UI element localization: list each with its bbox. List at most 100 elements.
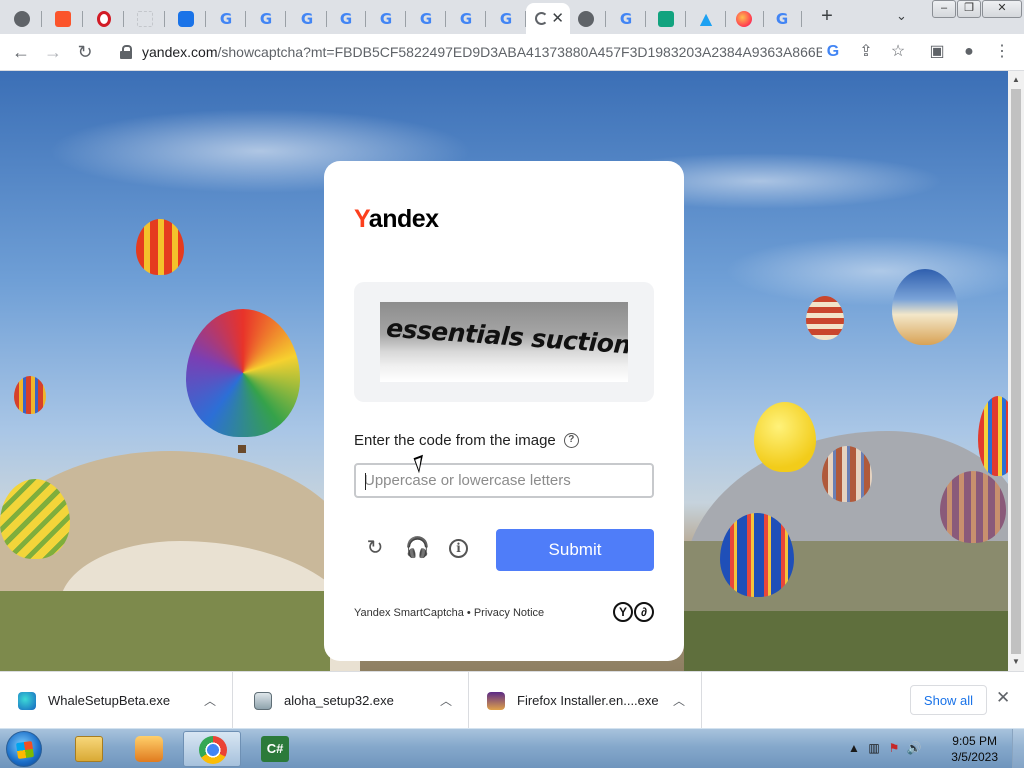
- captcha-input[interactable]: [356, 465, 652, 496]
- tab-strip: G G G G G G G G ✕ G ▲ G + ⌄ – ❐ ✕: [0, 0, 1024, 34]
- close-download-bar-icon[interactable]: ✕: [996, 688, 1010, 708]
- system-clock[interactable]: 9:05 PM 3/5/2023: [951, 733, 998, 765]
- minimize-button[interactable]: –: [932, 0, 956, 18]
- windows-taskbar: C# ▲ ▥ ⚑ 🔊 9:05 PM 3/5/2023: [0, 728, 1024, 768]
- captcha-image: essentials suction: [380, 302, 628, 382]
- tab-6[interactable]: G: [206, 3, 246, 34]
- volume-icon[interactable]: 🔊: [906, 741, 922, 757]
- csharp-icon: C#: [261, 736, 289, 762]
- tab-search-chevron-icon[interactable]: ⌄: [896, 8, 907, 24]
- hot-air-balloon: [892, 269, 958, 345]
- action-center-flag-icon[interactable]: ⚑: [886, 741, 902, 757]
- hot-air-balloon: [0, 479, 70, 559]
- submit-button[interactable]: Submit: [496, 529, 654, 571]
- text-caret: [365, 473, 366, 490]
- tab-18[interactable]: ▲: [686, 3, 726, 34]
- help-question-icon[interactable]: ?: [563, 433, 579, 448]
- firefox-installer-icon: [487, 691, 505, 710]
- download-item[interactable]: aloha_setup32.exe ︿: [236, 672, 469, 729]
- page-background: Yandex essentials suction Enter the code…: [0, 71, 1008, 671]
- feather-app-icon: [658, 10, 674, 27]
- tab-15[interactable]: [566, 3, 606, 34]
- google-lens-icon[interactable]: G: [823, 42, 843, 62]
- globe-icon: [14, 10, 30, 27]
- download-bar: WhaleSetupBeta.exe ︿ aloha_setup32.exe ︿…: [0, 671, 1024, 729]
- page-scrollbar[interactable]: ▲ ▼: [1008, 71, 1024, 671]
- forward-arrow-icon[interactable]: →: [42, 42, 64, 64]
- tab-16[interactable]: G: [606, 3, 646, 34]
- bookmark-star-icon[interactable]: ☆: [888, 42, 908, 62]
- brave-icon: [55, 10, 71, 27]
- chevron-up-icon[interactable]: ︿: [440, 692, 452, 709]
- chrome-icon: [199, 736, 227, 764]
- tab-4[interactable]: [125, 3, 165, 34]
- tab-close-icon[interactable]: ✕: [551, 9, 564, 27]
- menu-kebab-icon[interactable]: ⋮: [992, 42, 1012, 62]
- url-text[interactable]: yandex.com/showcaptcha?mt=FBDB5CF5822497…: [142, 44, 822, 60]
- privacy-notice-link[interactable]: Privacy Notice: [474, 607, 544, 619]
- taskbar-file-explorer[interactable]: [60, 731, 118, 767]
- share-icon[interactable]: ⇪: [856, 42, 876, 62]
- hot-air-balloon: [720, 513, 794, 597]
- download-item[interactable]: Firefox Installer.en....exe ︿: [469, 672, 702, 729]
- hot-air-balloon: [940, 471, 1006, 543]
- taskbar-chrome[interactable]: [183, 731, 241, 767]
- download-item[interactable]: WhaleSetupBeta.exe ︿: [0, 672, 233, 729]
- taskbar-media-player[interactable]: [120, 731, 178, 767]
- show-all-button[interactable]: Show all: [910, 685, 987, 715]
- side-panel-icon[interactable]: ▣: [927, 42, 947, 62]
- smartcaptcha-link[interactable]: Yandex SmartCaptcha: [354, 607, 464, 619]
- chevron-up-icon[interactable]: ︿: [204, 692, 216, 709]
- restore-button[interactable]: ❐: [957, 0, 981, 18]
- tab-3[interactable]: [84, 3, 124, 34]
- tab-10[interactable]: G: [366, 3, 406, 34]
- close-window-button[interactable]: ✕: [982, 0, 1022, 18]
- address-bar[interactable]: yandex.com/showcaptcha?mt=FBDB5CF5822497…: [110, 38, 910, 67]
- refresh-icon[interactable]: ↻: [363, 536, 387, 560]
- tab-1[interactable]: [2, 3, 42, 34]
- tab-5[interactable]: [166, 3, 206, 34]
- scroll-up-arrow-icon[interactable]: ▲: [1008, 73, 1024, 87]
- tab-17[interactable]: [646, 3, 686, 34]
- audio-headphones-icon[interactable]: 🎧: [405, 536, 430, 560]
- google-icon: G: [419, 9, 433, 28]
- captcha-image-frame: essentials suction: [354, 282, 654, 402]
- tab-8[interactable]: G: [287, 3, 327, 34]
- new-tab-button[interactable]: +: [816, 6, 838, 28]
- yandex-logo: Yandex: [354, 205, 439, 233]
- scroll-down-arrow-icon[interactable]: ▼: [1008, 655, 1024, 669]
- tab-19[interactable]: [724, 3, 764, 34]
- show-desktop-button[interactable]: [1012, 729, 1024, 768]
- google-icon: G: [379, 9, 393, 28]
- scrollbar-thumb[interactable]: [1011, 89, 1021, 654]
- tab-7[interactable]: G: [246, 3, 286, 34]
- captcha-image-text: essentials suction: [385, 313, 628, 360]
- back-arrow-icon[interactable]: ←: [10, 42, 32, 64]
- info-icon[interactable]: i: [449, 539, 468, 558]
- lock-icon: [120, 45, 132, 59]
- media-player-icon: [135, 736, 163, 762]
- tab-9[interactable]: G: [326, 3, 366, 34]
- firefox-icon: [736, 10, 752, 27]
- tab-2[interactable]: [43, 3, 83, 34]
- show-hidden-icons-arrow-icon[interactable]: ▲: [846, 741, 862, 757]
- captcha-footer: Yandex SmartCaptcha • Privacy Notice: [354, 607, 545, 619]
- hot-air-balloon: [186, 309, 300, 437]
- ghost-app-icon: [178, 10, 194, 27]
- tab-active[interactable]: ✕: [526, 3, 570, 34]
- captcha-card: Yandex essentials suction Enter the code…: [324, 161, 684, 661]
- tab-11[interactable]: G: [406, 3, 446, 34]
- tab-20[interactable]: G: [762, 3, 802, 34]
- system-tray: ▲ ▥ ⚑ 🔊 9:05 PM 3/5/2023: [834, 729, 1024, 768]
- installer-icon: [254, 691, 272, 710]
- network-icon[interactable]: ▥: [866, 741, 882, 757]
- profile-avatar-icon[interactable]: ●: [959, 42, 979, 62]
- tab-12[interactable]: G: [446, 3, 486, 34]
- tab-13[interactable]: G: [486, 3, 526, 34]
- google-icon: G: [259, 9, 273, 28]
- taskbar-csharp[interactable]: C#: [246, 731, 304, 767]
- captcha-input-field[interactable]: [354, 463, 654, 498]
- start-button[interactable]: [6, 731, 42, 767]
- reload-icon[interactable]: ↻: [74, 42, 96, 64]
- chevron-up-icon[interactable]: ︿: [673, 692, 685, 709]
